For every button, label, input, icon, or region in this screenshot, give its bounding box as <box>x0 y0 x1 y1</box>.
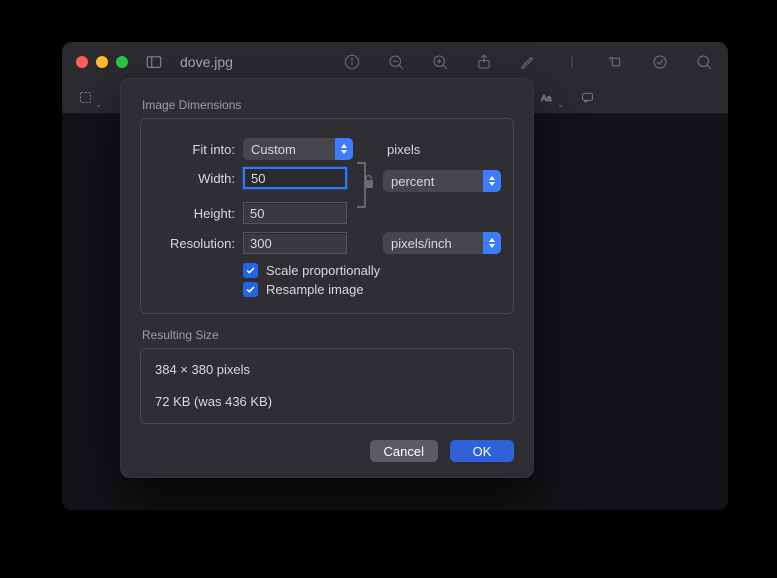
fit-into-value: Custom <box>243 142 335 157</box>
fit-into-unit: pixels <box>381 142 501 157</box>
titlebar-tools <box>342 52 714 72</box>
share-icon[interactable] <box>474 52 494 72</box>
sidebar-toggle-icon[interactable] <box>140 51 168 73</box>
updown-caret-icon <box>483 232 501 254</box>
close-window-button[interactable] <box>76 56 88 68</box>
dimension-unit-value: percent <box>383 174 483 189</box>
titlebar: dove.jpg <box>62 42 728 82</box>
ok-button[interactable]: OK <box>450 440 514 462</box>
minimize-window-button[interactable] <box>96 56 108 68</box>
svg-text:Aa: Aa <box>541 93 552 103</box>
height-label: Height: <box>155 206 237 221</box>
scale-proportionally-label: Scale proportionally <box>266 263 380 278</box>
resample-image-label: Resample image <box>266 282 364 297</box>
height-input[interactable] <box>243 202 347 224</box>
updown-caret-icon <box>483 170 501 192</box>
resolution-input[interactable] <box>243 232 347 254</box>
rotate-icon[interactable] <box>606 52 626 72</box>
resulting-size-panel: 384 × 380 pixels 72 KB (was 436 KB) <box>140 348 514 424</box>
result-filesize: 72 KB (was 436 KB) <box>155 393 499 411</box>
divider-icon <box>562 52 582 72</box>
adjust-size-dialog: Image Dimensions Fit into: Custom pixels… <box>120 78 534 478</box>
traffic-lights <box>76 56 128 68</box>
text-style-icon[interactable]: Aa <box>536 88 558 108</box>
fit-into-label: Fit into: <box>155 142 237 157</box>
zoom-out-icon[interactable] <box>386 52 406 72</box>
resulting-size-section-label: Resulting Size <box>142 328 514 342</box>
resolution-unit-select[interactable]: pixels/inch <box>383 232 501 254</box>
markup-icon[interactable] <box>518 52 538 72</box>
result-dimensions: 384 × 380 pixels <box>155 361 499 379</box>
zoom-in-icon[interactable] <box>430 52 450 72</box>
resolution-label: Resolution: <box>155 236 237 251</box>
lock-aspect-icon[interactable] <box>355 153 377 209</box>
dimensions-panel: Fit into: Custom pixels Width: percent <box>140 118 514 314</box>
search-icon[interactable] <box>694 52 714 72</box>
window-title: dove.jpg <box>180 54 233 70</box>
dimensions-section-label: Image Dimensions <box>142 98 514 112</box>
scale-proportionally-checkbox[interactable] <box>243 263 258 278</box>
highlight-icon[interactable] <box>650 52 670 72</box>
resample-image-checkbox[interactable] <box>243 282 258 297</box>
cancel-button[interactable]: Cancel <box>370 440 438 462</box>
fit-into-select[interactable]: Custom <box>243 138 353 160</box>
zoom-window-button[interactable] <box>116 56 128 68</box>
resolution-unit-value: pixels/inch <box>383 236 483 251</box>
updown-caret-icon <box>335 138 353 160</box>
annotate-icon[interactable] <box>576 88 598 108</box>
selection-tool-icon[interactable] <box>74 88 96 108</box>
width-label: Width: <box>155 171 237 186</box>
width-input[interactable] <box>243 167 347 189</box>
info-icon[interactable] <box>342 52 362 72</box>
dimension-unit-select[interactable]: percent <box>383 170 501 192</box>
